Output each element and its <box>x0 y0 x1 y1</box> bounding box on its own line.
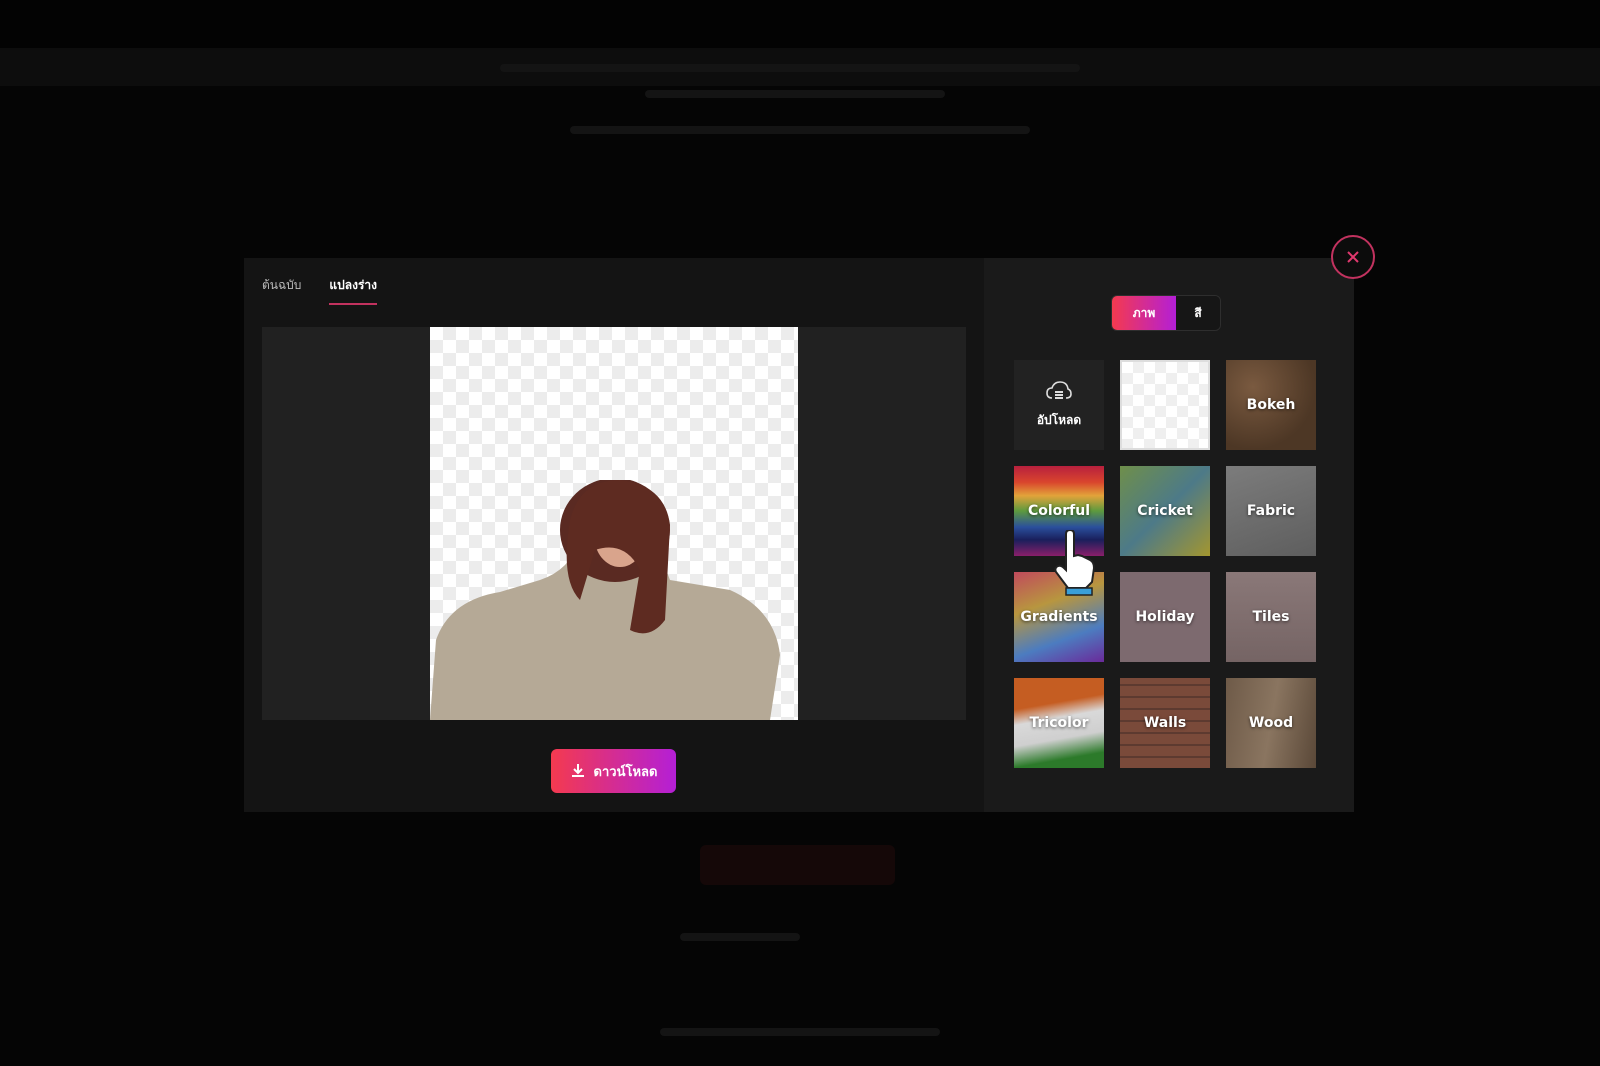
background-text-line <box>680 933 800 941</box>
mode-image-button[interactable]: ภาพ <box>1112 296 1176 330</box>
tile-tiles[interactable]: Tiles <box>1226 572 1316 662</box>
tile-label: Tiles <box>1252 609 1290 625</box>
mode-color-button[interactable]: สี <box>1176 296 1220 330</box>
download-icon <box>571 764 584 777</box>
tile-transparent[interactable] <box>1120 360 1210 450</box>
tile-label: Walls <box>1143 715 1187 731</box>
tile-label: Gradients <box>1020 609 1098 625</box>
tab-original[interactable]: ต้นฉบับ <box>262 276 301 305</box>
tile-label: อัปโหลด <box>1036 412 1082 427</box>
tile-walls[interactable]: Walls <box>1120 678 1210 768</box>
tile-tricolor[interactable]: Tricolor <box>1014 678 1104 768</box>
background-text-line <box>660 1028 940 1036</box>
background-text-line <box>645 90 945 98</box>
background-text-line <box>570 126 1030 134</box>
tile-label: Holiday <box>1135 609 1195 625</box>
tab-transformed[interactable]: แปลงร่าง <box>329 276 378 305</box>
tile-holiday[interactable]: Holiday <box>1120 572 1210 662</box>
tile-cricket[interactable]: Cricket <box>1120 466 1210 556</box>
preview-pane: ต้นฉบับ แปลงร่าง ดาวน์โหลด <box>244 258 984 812</box>
preview-canvas <box>262 327 966 720</box>
view-tabs: ต้นฉบับ แปลงร่าง <box>262 276 378 305</box>
tile-label: Cricket <box>1137 503 1193 519</box>
tile-fabric[interactable]: Fabric <box>1226 466 1316 556</box>
background-tiles-grid: อัปโหลด Bokeh Colorful Cricket Fabric Gr… <box>1014 360 1316 768</box>
subject-cutout <box>430 480 780 720</box>
tile-upload[interactable]: อัปโหลด <box>1014 360 1104 450</box>
tile-label: Wood <box>1248 715 1294 731</box>
result-image <box>430 327 798 720</box>
tile-label: Fabric <box>1246 503 1296 519</box>
tile-colorful[interactable]: Colorful <box>1014 466 1104 556</box>
background-mode-toggle: ภาพ สี <box>1111 295 1221 331</box>
background-top-nav <box>0 0 1600 48</box>
tile-label: Tricolor <box>1029 715 1089 731</box>
close-button[interactable] <box>1331 235 1375 279</box>
close-icon <box>1347 251 1359 263</box>
tile-bokeh[interactable]: Bokeh <box>1226 360 1316 450</box>
background-picker-pane: ภาพ สี อัปโหลด Bokeh Colorful Cricket Fa… <box>984 258 1354 812</box>
cloud-upload-icon <box>1046 380 1072 399</box>
background-button <box>700 845 895 885</box>
tile-wood[interactable]: Wood <box>1226 678 1316 768</box>
background-editor-modal: ต้นฉบับ แปลงร่าง ดาวน์โหลด ภาพ สี อัปโหล… <box>244 258 1354 812</box>
background-text-line <box>500 64 1080 72</box>
tile-label: Colorful <box>1027 503 1091 519</box>
download-button[interactable]: ดาวน์โหลด <box>551 749 676 793</box>
tile-label: Bokeh <box>1246 397 1296 413</box>
download-label: ดาวน์โหลด <box>593 764 658 780</box>
tile-gradients[interactable]: Gradients <box>1014 572 1104 662</box>
